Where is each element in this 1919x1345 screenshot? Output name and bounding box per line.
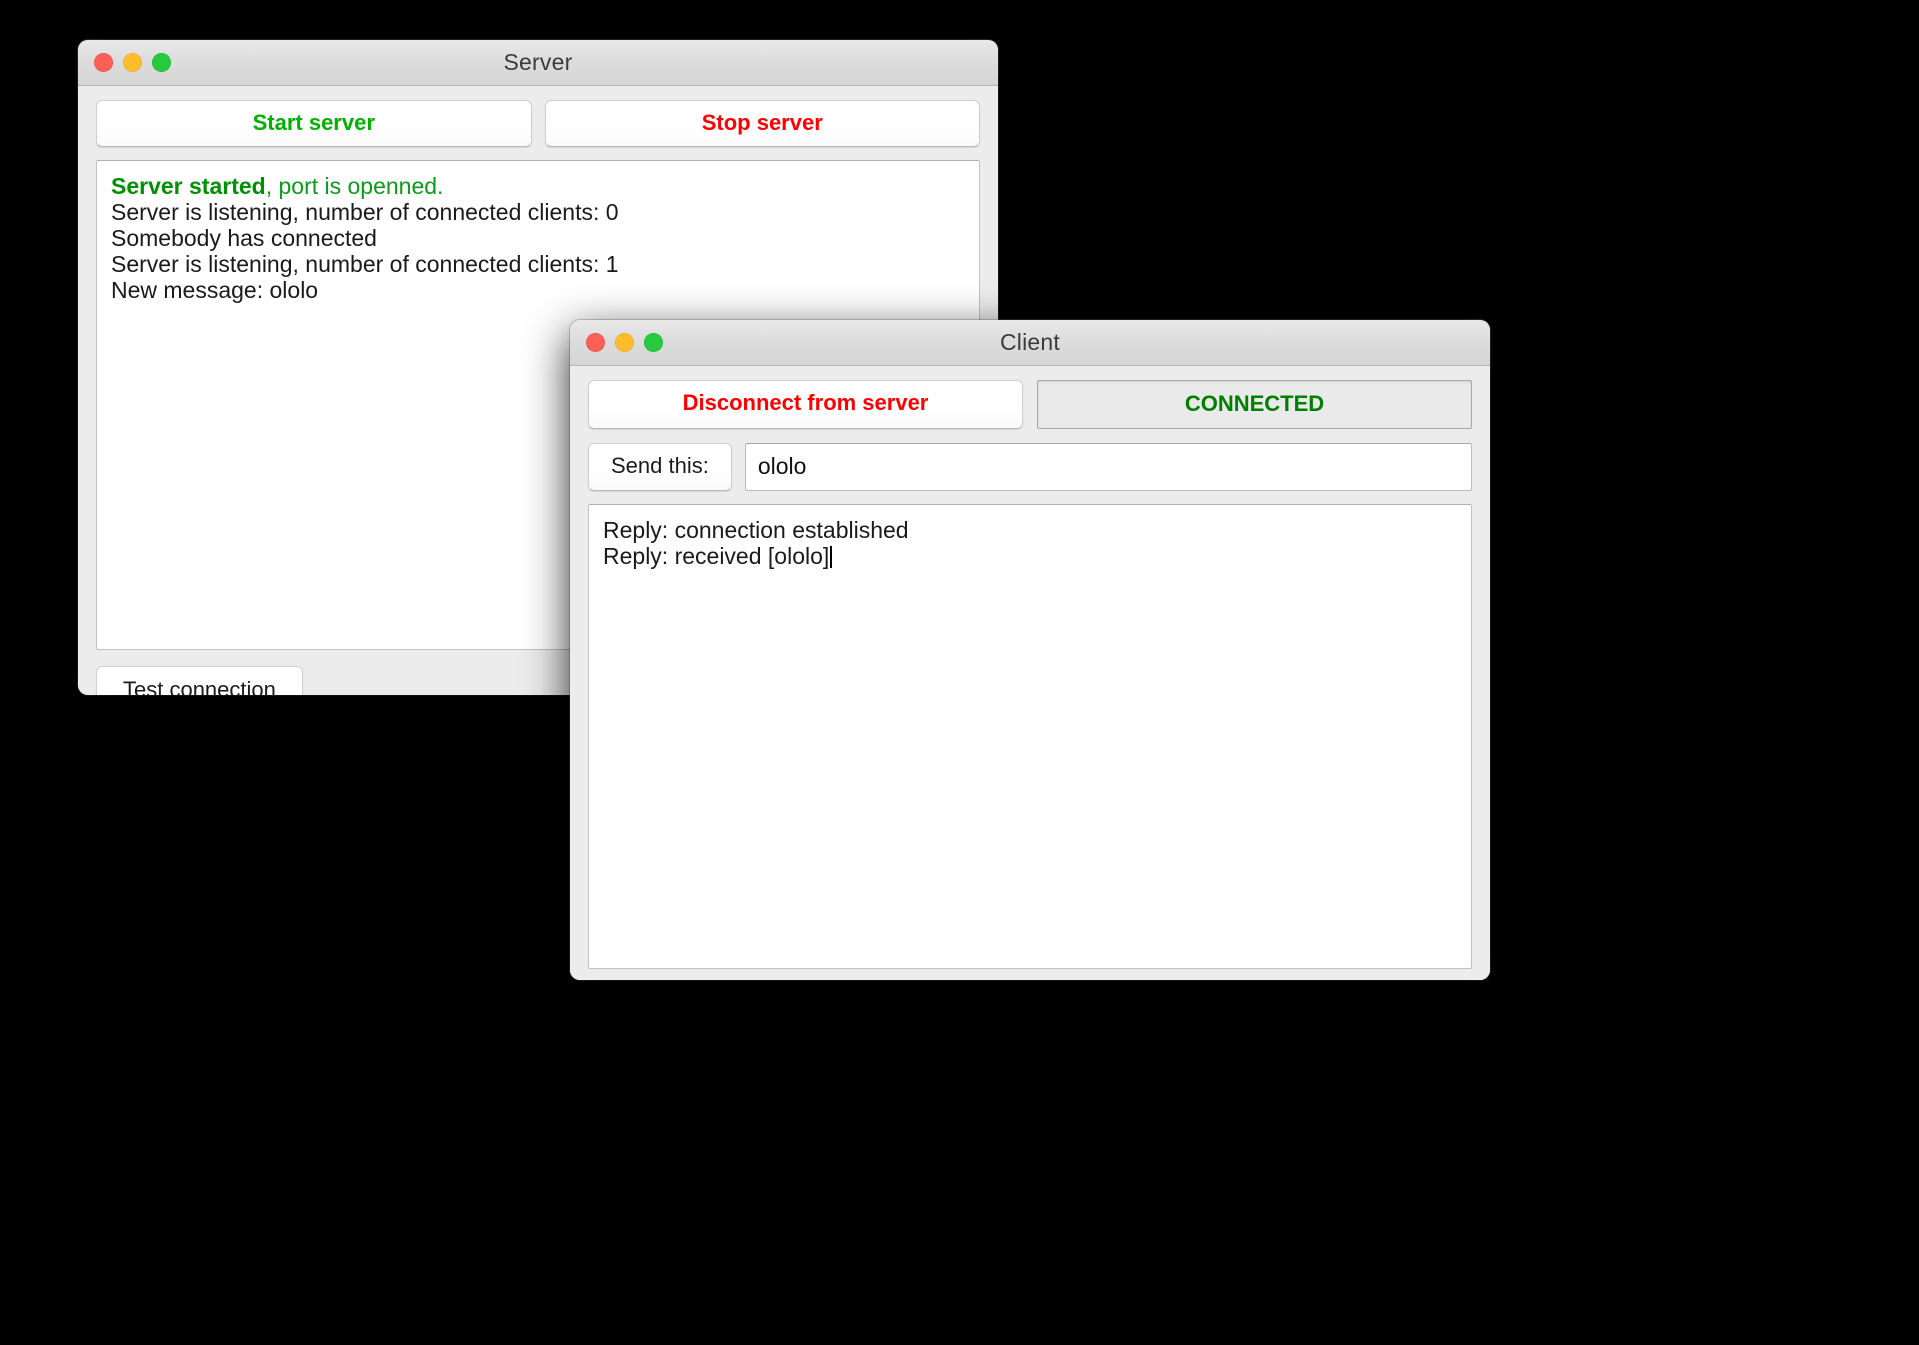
server-button-row: Start server Stop server bbox=[96, 100, 980, 147]
maximize-button[interactable] bbox=[644, 333, 663, 352]
client-log-area[interactable]: Reply: connection established Reply: rec… bbox=[588, 504, 1472, 969]
client-window-body: Disconnect from server CONNECTED Send th… bbox=[570, 366, 1490, 980]
message-input[interactable] bbox=[744, 443, 1472, 491]
log-line-bold-prefix: Server started bbox=[111, 173, 266, 199]
maximize-button[interactable] bbox=[152, 53, 171, 72]
client-top-row: Disconnect from server CONNECTED bbox=[588, 380, 1472, 429]
minimize-button[interactable] bbox=[123, 53, 142, 72]
client-send-row: Send this: bbox=[588, 443, 1472, 491]
log-line: Server started, port is openned. bbox=[111, 173, 965, 199]
client-titlebar[interactable]: Client bbox=[570, 320, 1490, 366]
server-titlebar[interactable]: Server bbox=[78, 40, 998, 86]
text-cursor bbox=[830, 546, 833, 568]
log-line-text: Reply: received [ololo] bbox=[603, 543, 830, 569]
send-this-button[interactable]: Send this: bbox=[588, 443, 732, 491]
client-window[interactable]: Client Disconnect from server CONNECTED … bbox=[570, 320, 1490, 980]
server-window-controls bbox=[94, 40, 171, 85]
test-connection-button[interactable]: Test connection bbox=[96, 666, 303, 695]
client-window-title: Client bbox=[999, 329, 1060, 355]
log-line: Somebody has connected bbox=[111, 225, 377, 251]
log-line: Server is listening, number of connected… bbox=[111, 251, 619, 277]
disconnect-from-server-button[interactable]: Disconnect from server bbox=[588, 380, 1023, 429]
close-button[interactable] bbox=[94, 53, 113, 72]
log-line: Reply: connection established bbox=[603, 517, 909, 543]
message-input-wrapper bbox=[744, 443, 1472, 491]
log-line: New message: ololo bbox=[111, 277, 319, 303]
stop-server-button[interactable]: Stop server bbox=[544, 100, 980, 147]
log-line-rest: , port is openned. bbox=[265, 173, 444, 199]
log-line: Reply: received [ololo] bbox=[603, 543, 1457, 569]
close-button[interactable] bbox=[586, 333, 605, 352]
client-window-controls bbox=[586, 320, 663, 365]
connection-status-field: CONNECTED bbox=[1037, 380, 1472, 429]
log-line: Server is listening, number of connected… bbox=[111, 199, 619, 225]
start-server-button[interactable]: Start server bbox=[96, 100, 532, 147]
minimize-button[interactable] bbox=[615, 333, 634, 352]
server-window-title: Server bbox=[503, 49, 573, 75]
desktop-background: Server Start server Stop server Server s… bbox=[0, 0, 1919, 1345]
